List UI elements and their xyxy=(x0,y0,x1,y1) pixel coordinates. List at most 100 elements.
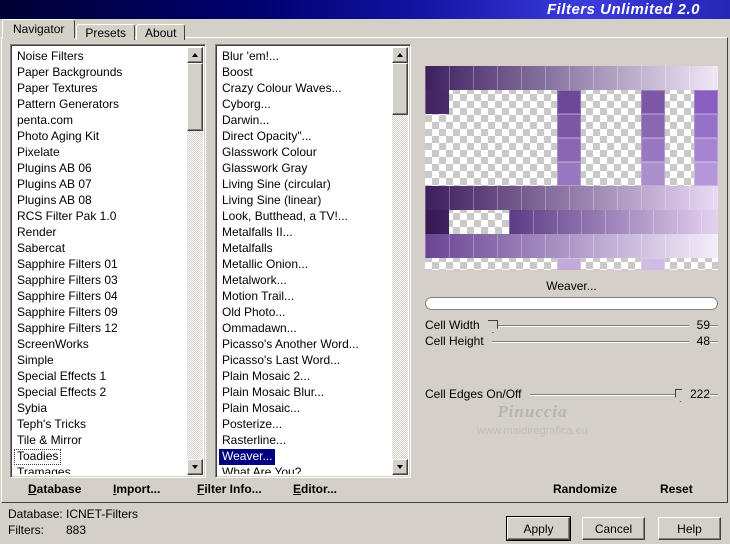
list-item[interactable]: Metalfalls II... xyxy=(219,224,391,240)
list-item[interactable]: Simple xyxy=(14,352,186,368)
preview-weave-band xyxy=(425,186,718,210)
slider-thumb[interactable] xyxy=(487,320,499,333)
list-item[interactable]: Sapphire Filters 04 xyxy=(14,288,186,304)
list-item[interactable]: Motion Trail... xyxy=(219,288,391,304)
list-item[interactable]: Metalfalls xyxy=(219,240,391,256)
list-item[interactable]: Pixelate xyxy=(14,144,186,160)
list-item[interactable]: Teph's Tricks xyxy=(14,416,186,432)
list-item[interactable]: Special Effects 2 xyxy=(14,384,186,400)
arrow-up-icon xyxy=(397,53,403,57)
list-item[interactable]: Metallic Onion... xyxy=(219,256,391,272)
preview-weave-cell xyxy=(694,162,718,186)
param-value: 222 xyxy=(681,386,710,402)
tab-about[interactable]: About xyxy=(136,24,186,40)
list-item[interactable]: Living Sine (linear) xyxy=(219,192,391,208)
scrollbar-thumb[interactable] xyxy=(187,63,203,131)
list-item[interactable]: Blur 'em!... xyxy=(219,48,391,64)
list-item[interactable]: Sapphire Filters 12 xyxy=(14,320,186,336)
list-item[interactable]: Darwin... xyxy=(219,112,391,128)
preview-progress-bar xyxy=(425,297,718,310)
list-item[interactable]: Paper Textures xyxy=(14,80,186,96)
list-item[interactable]: ScreenWorks xyxy=(14,336,186,352)
filters-count-label: Filters: xyxy=(8,523,44,537)
list-item[interactable]: Render xyxy=(14,224,186,240)
database-button[interactable]: Database xyxy=(28,480,81,497)
list-item[interactable]: Glasswork Gray xyxy=(219,160,391,176)
apply-button[interactable]: Apply xyxy=(506,516,571,541)
preview-weave-cell xyxy=(694,114,718,138)
list-item[interactable]: Old Photo... xyxy=(219,304,391,320)
arrow-up-icon xyxy=(192,53,198,57)
list-item[interactable]: Living Sine (circular) xyxy=(219,176,391,192)
list-item[interactable]: Crazy Colour Waves... xyxy=(219,80,391,96)
cancel-button[interactable]: Cancel xyxy=(582,517,645,540)
scroll-down-button[interactable] xyxy=(187,459,203,475)
list-item[interactable]: Cyborg... xyxy=(219,96,391,112)
list-item[interactable]: Rasterline... xyxy=(219,432,391,448)
param-value: 48 xyxy=(688,333,710,349)
list-item[interactable]: Sapphire Filters 09 xyxy=(14,304,186,320)
import-button[interactable]: Import... xyxy=(113,480,160,497)
preview-weave-band xyxy=(509,210,718,234)
category-listbox[interactable]: Noise Filters Paper Backgrounds Paper Text… xyxy=(10,44,206,478)
list-item[interactable]: Ommadawn... xyxy=(219,320,391,336)
preview-weave-cell xyxy=(557,162,581,186)
list-item[interactable]: Sybia xyxy=(14,400,186,416)
list-item[interactable]: Plugins AB 07 xyxy=(14,176,186,192)
list-item[interactable]: Sapphire Filters 03 xyxy=(14,272,186,288)
filter-scrollbar[interactable] xyxy=(392,47,408,475)
arrow-down-icon xyxy=(397,465,403,469)
list-item[interactable]: Picasso's Last Word... xyxy=(219,352,391,368)
preview-weave-cell xyxy=(694,90,718,114)
list-item[interactable]: Tile & Mirror xyxy=(14,432,186,448)
filter-info-button[interactable]: Filter Info... xyxy=(197,480,262,497)
list-item[interactable]: Boost xyxy=(219,64,391,80)
scroll-up-button[interactable] xyxy=(392,47,408,63)
filter-listbox[interactable]: Blur 'em!... Boost Crazy Colour Waves... Cy… xyxy=(215,44,411,478)
param-row-cell-width: Cell Width 59 xyxy=(425,317,718,333)
list-item[interactable]: Special Effects 1 xyxy=(14,368,186,384)
list-item[interactable]: Look, Butthead, a TV!... xyxy=(219,208,391,224)
param-row-cell-height: Cell Height 48 xyxy=(425,333,718,349)
help-button[interactable]: Help xyxy=(658,517,721,540)
scroll-down-button[interactable] xyxy=(392,459,408,475)
list-item[interactable]: Plain Mosaic... xyxy=(219,400,391,416)
randomize-button[interactable]: Randomize xyxy=(553,480,617,497)
scrollbar-thumb[interactable] xyxy=(392,63,408,115)
tab-navigator[interactable]: Navigator xyxy=(2,19,76,38)
reset-button[interactable]: Reset xyxy=(660,480,693,497)
database-status-label: Database: xyxy=(8,507,63,521)
preview-weave-band xyxy=(425,90,449,114)
list-item[interactable]: Picasso's Another Word... xyxy=(219,336,391,352)
list-item[interactable]: Tramages xyxy=(14,464,186,474)
list-item[interactable]: Glasswork Colour xyxy=(219,144,391,160)
list-item[interactable]: Weaver... xyxy=(219,448,391,465)
list-item[interactable]: Plain Mosaic Blur... xyxy=(219,384,391,400)
list-item[interactable]: Paper Backgrounds xyxy=(14,64,186,80)
tab-bar: Navigator Presets About xyxy=(2,19,186,40)
selected-filter-caption: Weaver... xyxy=(546,279,597,293)
filter-list: Blur 'em!... Boost Crazy Colour Waves... Cy… xyxy=(219,48,391,474)
list-item[interactable]: Metalwork... xyxy=(219,272,391,288)
tab-presets[interactable]: Presets xyxy=(76,24,136,40)
list-item[interactable]: Plain Mosaic 2... xyxy=(219,368,391,384)
list-item[interactable]: Direct Opacity"... xyxy=(219,128,391,144)
list-item[interactable]: What Are You?... xyxy=(219,464,391,474)
list-item[interactable]: Plugins AB 08 xyxy=(14,192,186,208)
list-item[interactable]: Sabercat xyxy=(14,240,186,256)
list-item[interactable]: Noise Filters xyxy=(14,48,186,64)
list-item[interactable]: Posterize... xyxy=(219,416,391,432)
list-item[interactable]: Sapphire Filters 01 xyxy=(14,256,186,272)
category-scrollbar[interactable] xyxy=(187,47,203,475)
editor-button[interactable]: Editor... xyxy=(293,480,337,497)
scroll-up-button[interactable] xyxy=(187,47,203,63)
filters-unlimited-window: Filters Unlimited 2.0 Navigator Presets Ab… xyxy=(0,0,730,544)
param-row-cell-edges-on-off: Cell Edges On/Off 222 xyxy=(425,386,718,402)
list-item[interactable]: penta.com xyxy=(14,112,186,128)
list-item[interactable]: Pattern Generators xyxy=(14,96,186,112)
list-item[interactable]: Photo Aging Kit xyxy=(14,128,186,144)
list-item[interactable]: RCS Filter Pak 1.0 xyxy=(14,208,186,224)
list-item[interactable]: Plugins AB 06 xyxy=(14,160,186,176)
list-item[interactable]: Toadies xyxy=(14,448,186,465)
filter-preview-image xyxy=(425,66,718,270)
